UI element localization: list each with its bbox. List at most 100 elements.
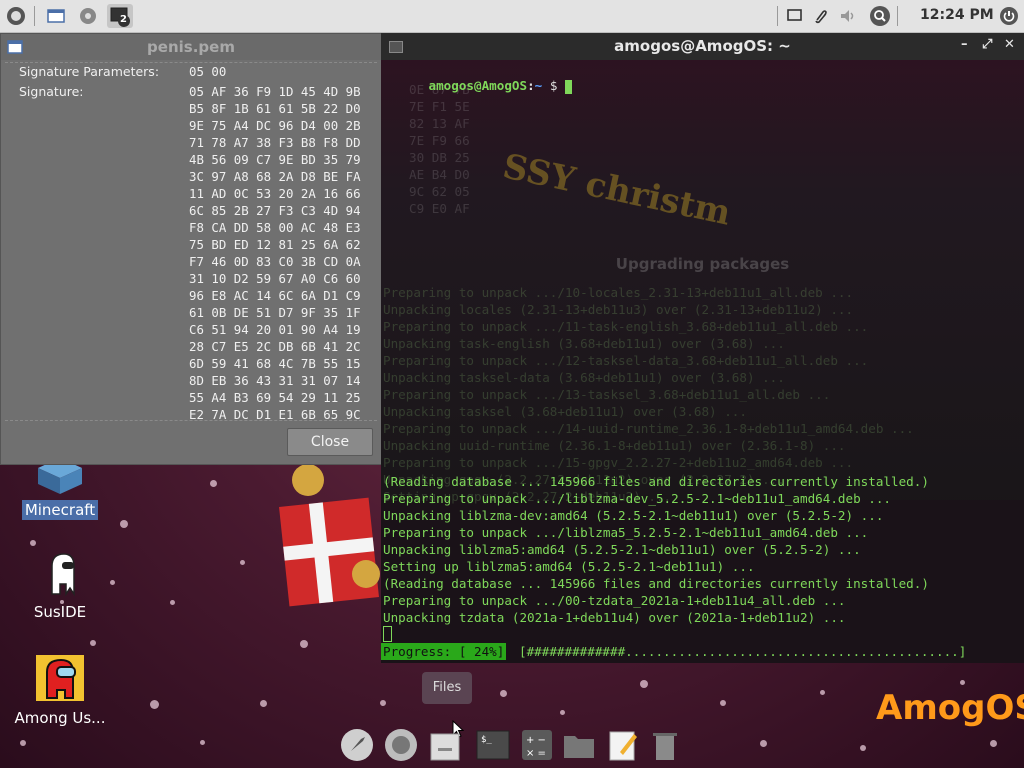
browser-icon [385,729,417,761]
signature-hex-line: 6C 85 2B 27 F3 C3 4D 94 [189,203,361,218]
ghost-log-line: Unpacking tasksel-data (3.68+deb11u1) ov… [383,370,785,385]
signature-hex-line: 4B 56 09 C7 9E BD 35 79 [189,152,361,167]
desktop-icon-minecraft[interactable]: Minecraft [10,458,110,520]
signature-hex-line: 9E 75 A4 DC 96 D4 00 2B [189,118,361,133]
workspace-switcher[interactable]: 2 [107,4,133,28]
desktop-icon-label: SusIDE [33,603,87,621]
terminal-line: Unpacking liblzma5:amd64 (5.2.5-2.1~deb1… [383,542,861,557]
signature-hex-line: C6 51 94 20 01 90 A4 19 [189,322,361,337]
dock-trash[interactable] [648,728,682,762]
signature-hex-line: 8D EB 36 43 31 31 07 14 [189,373,361,388]
ghost-log-line: Unpacking locales (2.31-13+deb11u3) over… [383,302,854,317]
app-menu-button[interactable] [3,4,29,28]
ghost-upgrade-heading: Upgrading packages [615,255,790,273]
christmas-gift-wallpaper [279,464,380,607]
desktop-icon-among-us[interactable]: Among Us... [10,654,110,728]
signature-hex-line: 31 10 D2 59 67 A0 C6 60 [189,271,361,286]
signature-hex-line: 11 AD 0C 53 20 2A 16 66 [189,186,361,201]
prompt-line: amogos@AmogOS:~ $ [383,60,573,94]
search-button[interactable] [867,4,893,28]
terminal-output[interactable]: SSY christm 0E 87 7B 7E F1 5E 82 13 AF 7E F… [381,60,1024,663]
svg-text:× =: × = [526,748,546,759]
prompt-user: amogos@AmogOS [428,78,528,93]
ghost-log-line: Preparing to unpack .../11-task-english_… [383,319,869,334]
progress-label: Progress: [ 24%] [381,643,507,660]
ghost-log-line: Preparing to unpack .../14-uuid-runtime_… [383,421,914,436]
certificate-viewer-window: penis.pem Signature Parameters: 05 00 Si… [0,33,382,465]
ghost-log-line: Unpacking task-english (3.68+deb11u1) ov… [383,336,785,351]
signature-hex-line: 75 BD ED 12 81 25 6A 62 [189,237,361,252]
window-titlebar[interactable]: amogos@AmogOS: ~ – ⤢ ✕ [381,33,1024,60]
workspace-badge: 2 [120,14,127,25]
window-title: amogos@AmogOS: ~ [614,37,791,55]
notepad-icon [609,731,637,761]
dock-browser[interactable] [384,728,418,762]
terminal-line: (Reading database ... 145966 files and d… [383,576,929,591]
calculator-icon: + − × = [522,730,552,760]
clipboard-button[interactable] [807,4,833,28]
panel-separator [777,6,778,26]
signature-hex-line: F7 46 0D 83 C0 3B CD 0A [189,254,361,269]
show-desktop-button[interactable] [43,4,69,28]
among-us-icon [36,655,84,701]
dock-folder[interactable] [562,728,596,762]
signature-hex-line: 6D 59 41 68 4C 7B 55 15 [189,356,361,371]
ghost-hex-line: C9 E0 AF [409,201,470,216]
terminal-line: Preparing to unpack .../liblzma-dev_5.2.… [383,491,891,506]
volume-button[interactable] [835,4,861,28]
file-cabinet-icon [430,733,460,761]
terminal-line: Unpacking liblzma-dev:amd64 (5.2.5-2.1~d… [383,508,884,523]
chat-icon [787,9,802,21]
desktop-icon-suside[interactable]: SusIDE [10,552,110,622]
power-button[interactable] [996,4,1022,28]
rocket-icon [80,8,96,24]
signature-hex-line: B5 8F 1B 61 61 5B 22 D0 [189,101,361,116]
close-button[interactable]: Close [287,428,373,456]
signature-label: Signature: [19,84,84,99]
dock-calculator[interactable]: + − × = [520,728,554,762]
maximize-icon[interactable]: ⤢ [982,37,992,52]
dock-terminal[interactable]: $_ [476,728,510,762]
dock-launcher[interactable] [340,728,374,762]
ghost-hex-line: 7E F1 5E [409,99,470,114]
signature-hex-line: 96 E8 AC 14 6C 6A D1 C9 [189,288,361,303]
notifications-button[interactable] [782,4,808,28]
window-title: penis.pem [147,38,235,56]
signature-hex-line: 55 A4 B3 69 54 29 11 25 [189,390,361,405]
rocket-icon [341,729,373,761]
close-icon[interactable]: ✕ [1004,37,1015,52]
ghost-hex-line: 30 DB 25 [409,150,470,165]
dock-files[interactable] [428,728,462,762]
empty-cursor [383,626,392,642]
signature-hex-line: 3C 97 A8 68 2A D8 BE FA [189,169,361,184]
signature-hex-line: 28 C7 E5 2C DB 6B 41 2C [189,339,361,354]
dock: $_ + − × = [330,724,700,768]
folder-icon [564,736,594,758]
sig-params-label: Signature Parameters: [19,64,160,79]
terminal-line: (Reading database ... 145966 files and d… [383,474,929,489]
sig-params-value: 05 00 [189,64,227,79]
svg-text:+ −: + − [526,735,546,746]
terminal-line: Setting up liblzma5:amd64 (5.2.5-2.1~deb… [383,559,755,574]
ghost-hex-line: 9C 62 05 [409,184,470,199]
certificate-details[interactable]: Signature Parameters: 05 00 Signature: 0… [5,62,377,421]
launcher-button[interactable] [75,4,101,28]
search-icon [870,6,890,26]
dock-text-editor[interactable] [606,728,640,762]
ghost-hex-line: AE B4 D0 [409,167,470,182]
text-cursor [565,79,573,94]
power-icon [1000,7,1018,25]
prompt-symbol: $ [542,78,566,93]
signature-hex-line: 05 AF 36 F9 1D 45 4D 9B [189,84,361,99]
ghost-log-line: Preparing to unpack .../13-tasksel_3.68+… [383,387,831,402]
logo-text: AmogOS [876,688,1024,728]
window-titlebar[interactable]: penis.pem [1,34,381,60]
progress-bar: [#############..........................… [519,644,967,659]
signature-hex-line: F8 CA DD 58 00 AC 48 E3 [189,220,361,235]
clock[interactable]: 12:24 PM [920,7,994,23]
terminal-line: Unpacking tzdata (2021a-1+deb11u4) over … [383,610,846,625]
minimize-icon[interactable]: – [961,37,968,52]
window-icon [47,9,65,23]
dock-tooltip: Files [422,672,472,704]
terminal-window: amogos@AmogOS: ~ – ⤢ ✕ SSY christm 0E 87… [381,33,1024,663]
